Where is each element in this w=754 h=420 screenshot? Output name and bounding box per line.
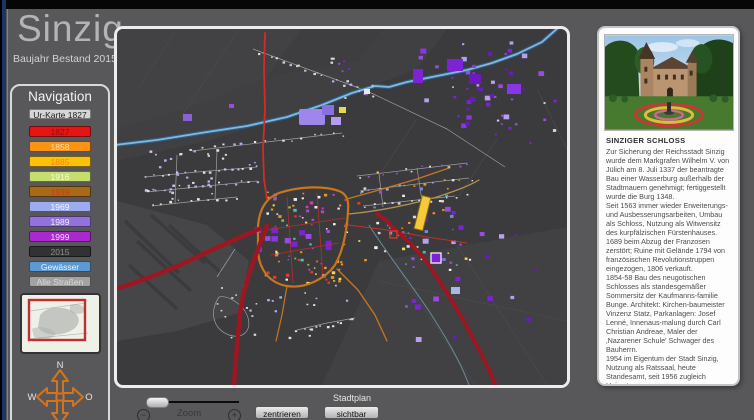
navigation-panel: Navigation Ur-Karte 1827 1827 1858 1885 191… <box>10 84 110 420</box>
compass-east-label: O <box>85 392 92 403</box>
zoom-in-button[interactable]: + <box>228 409 241 420</box>
year-button-1969[interactable]: 1969 <box>29 201 91 212</box>
navigation-title: Navigation <box>12 89 108 104</box>
compass-rose: N W O <box>15 356 105 420</box>
page-title: Sinzig <box>17 8 124 50</box>
year-button-1999[interactable]: 1999 <box>29 231 91 242</box>
layer-button-gew-sser[interactable]: Gewässer <box>29 261 91 272</box>
zentrieren-button[interactable]: zentrieren <box>255 406 309 419</box>
info-panel: SINZIGER SCHLOSS Zur Sicherung der Reich… <box>597 26 740 386</box>
zoom-slider-handle[interactable] <box>146 397 169 408</box>
city-map[interactable] <box>117 29 567 385</box>
castle-photo <box>604 34 734 131</box>
window-frame-accent <box>2 0 6 420</box>
pan-south-arrow[interactable] <box>52 400 68 420</box>
app-window: Sinzig Baujahr Bestand 2015 Navigation U… <box>0 0 754 420</box>
window-frame-line <box>7 9 8 420</box>
minimap-image <box>22 295 95 348</box>
highlighted-building <box>414 196 431 231</box>
layer-button-group: Gewässer Alle Straßen <box>12 261 108 287</box>
info-paragraph-4: 1854-58 Bau des neugotischen Schlosses a… <box>606 273 731 354</box>
page-subtitle: Baujahr Bestand 2015 <box>13 53 117 65</box>
year-button-1885[interactable]: 1885 <box>29 156 91 167</box>
year-button-1989[interactable]: 1989 <box>29 216 91 227</box>
overview-minimap[interactable] <box>20 293 101 354</box>
sichtbar-button[interactable]: sichtbar <box>324 406 379 419</box>
pan-east-arrow[interactable] <box>63 388 83 406</box>
info-heading: SINZIGER SCHLOSS <box>606 136 731 145</box>
pan-north-arrow[interactable] <box>52 370 68 394</box>
compass-west-label: W <box>28 392 37 403</box>
info-paragraph-3: 1689 beim Abzug der Franzosen zerstört; … <box>606 237 731 273</box>
year-button-2015[interactable]: 2015 <box>29 246 91 257</box>
stadtplan-label: Stadtplan <box>322 393 382 403</box>
year-button-1858[interactable]: 1858 <box>29 141 91 152</box>
year-button-1827[interactable]: 1827 <box>29 126 91 137</box>
info-text: Zur Sicherung der Reichsstadt Sinzig wur… <box>599 147 738 386</box>
year-button-1916[interactable]: 1916 <box>29 171 91 182</box>
year-button-group: 1827 1858 1885 1916 1939 1969 1989 1999 2015 <box>12 126 108 257</box>
zoom-label: Zoom <box>158 408 220 419</box>
info-paragraph-5: 1954 im Eigentum der Stadt Sinzig, Nutzu… <box>606 354 731 386</box>
pan-west-arrow[interactable] <box>37 388 57 406</box>
info-paragraph-2: Seit 1563 immer wieder Erweiterungs- und… <box>606 201 731 237</box>
layer-button-alle-stra-en[interactable]: Alle Straßen <box>29 276 91 287</box>
map-fields <box>117 29 567 385</box>
map-panel <box>114 26 570 388</box>
compass-center <box>57 394 64 401</box>
year-button-1939[interactable]: 1939 <box>29 186 91 197</box>
info-paragraph-1: Zur Sicherung der Reichsstadt Sinzig wur… <box>606 147 731 201</box>
urkarte-1827-button[interactable]: Ur-Karte 1827 <box>29 109 91 119</box>
zoom-out-button[interactable]: − <box>137 409 150 420</box>
